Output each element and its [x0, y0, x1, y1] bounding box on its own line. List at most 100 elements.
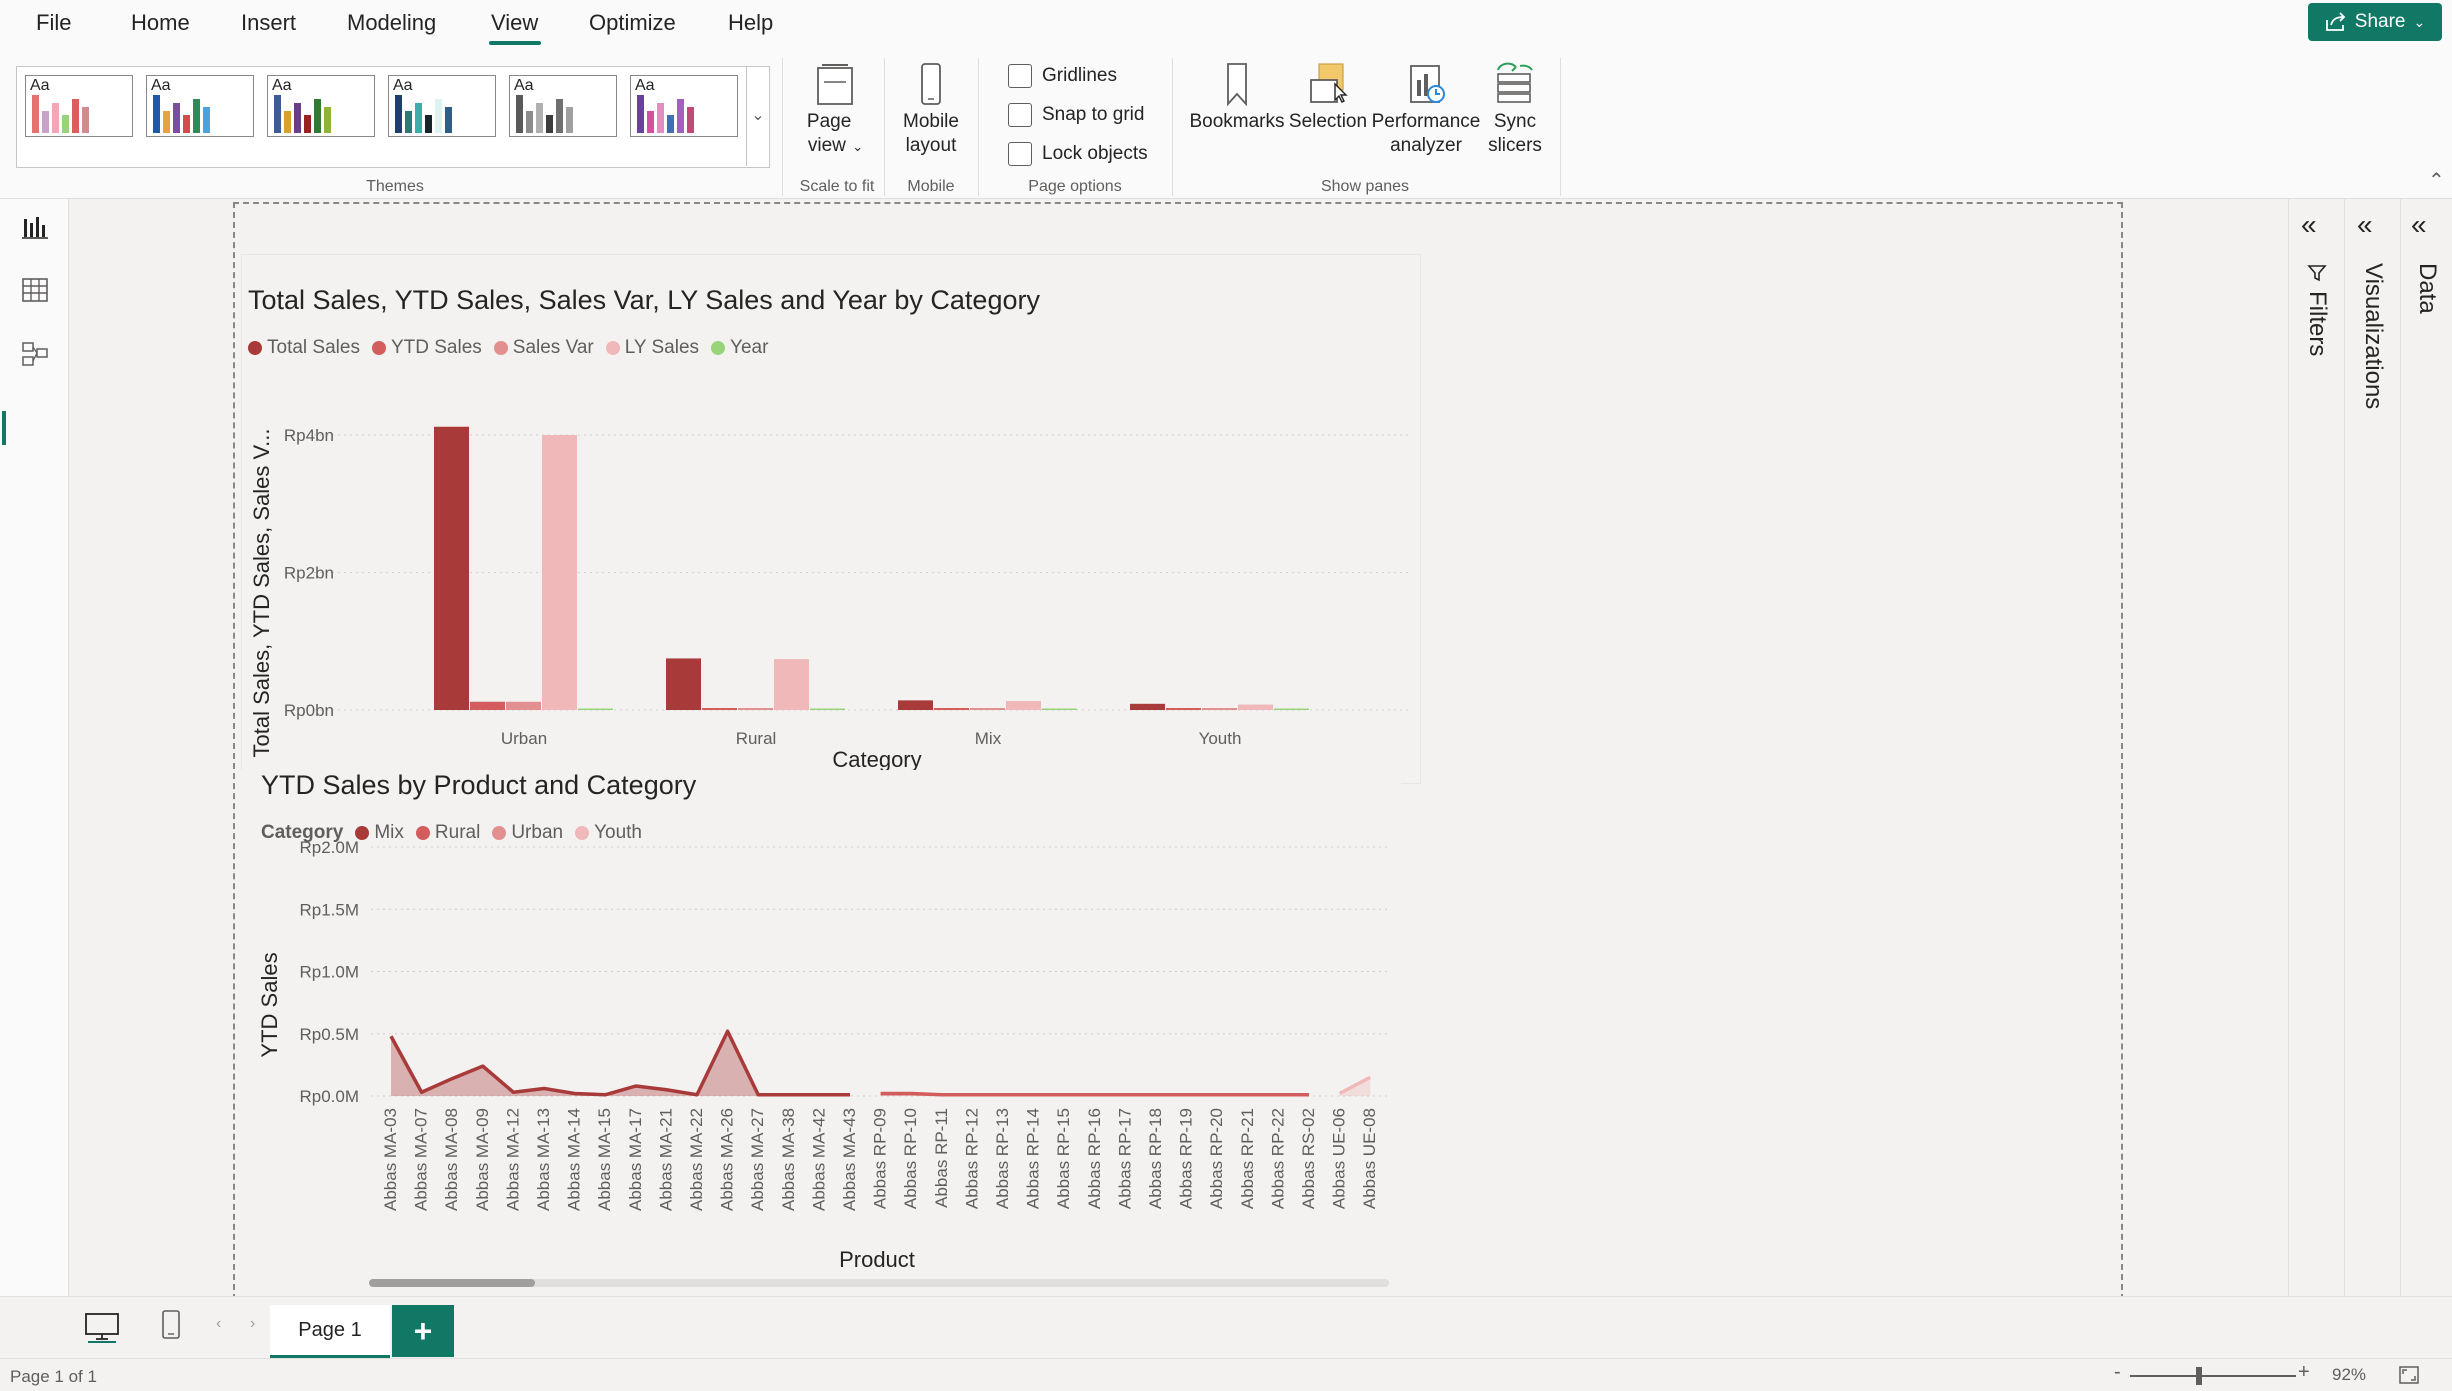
theme-thumbnail[interactable]: Aa	[630, 75, 738, 137]
y-axis-title: YTD Sales	[257, 952, 282, 1057]
zoom-out-icon[interactable]: -	[2114, 1361, 2121, 1384]
checkbox-box[interactable]	[1008, 142, 1032, 166]
bookmarks-label: Bookmarks	[1189, 111, 1285, 132]
checkbox-box[interactable]	[1008, 103, 1032, 127]
menu-help[interactable]: Help	[728, 10, 773, 36]
data-pane-collapsed[interactable]: « Data	[2400, 199, 2452, 1303]
theme-thumbnail[interactable]: Aa	[509, 75, 617, 137]
expand-chevron-left-icon[interactable]: «	[2411, 209, 2427, 241]
mobile-layout-button[interactable]: Mobile layout	[896, 62, 966, 158]
bar[interactable]	[542, 435, 577, 710]
bar[interactable]	[1202, 708, 1237, 710]
lock-objects-checkbox[interactable]: Lock objects	[1008, 142, 1148, 166]
lock-objects-label: Lock objects	[1042, 143, 1148, 164]
table-view-icon[interactable]	[20, 275, 50, 305]
themes-gallery: Aa Aa Aa Aa Aa Aa	[16, 66, 770, 168]
bar[interactable]	[898, 700, 933, 710]
bar[interactable]	[934, 708, 969, 710]
x-tick-label: Abbas MA-22	[687, 1108, 706, 1211]
bar[interactable]	[1130, 703, 1165, 710]
bar[interactable]	[470, 701, 505, 710]
menu-home[interactable]: Home	[131, 10, 190, 36]
bar[interactable]	[702, 708, 737, 710]
theme-swatch	[314, 99, 321, 133]
bar[interactable]	[506, 701, 541, 710]
menu-view[interactable]: View	[491, 10, 538, 36]
expand-chevron-left-icon[interactable]: «	[2301, 209, 2317, 241]
theme-swatch	[526, 111, 533, 133]
desktop-layout-icon[interactable]	[84, 1311, 120, 1343]
theme-swatch	[546, 115, 553, 133]
bar[interactable]	[1274, 708, 1309, 711]
bar[interactable]	[1006, 701, 1041, 710]
menu-file[interactable]: File	[36, 10, 71, 36]
menu-optimize[interactable]: Optimize	[589, 10, 676, 36]
theme-swatch	[516, 95, 523, 133]
zoom-slider-track[interactable]	[2130, 1375, 2296, 1377]
theme-thumbnail-label: Aa	[635, 77, 655, 94]
clustered-column-chart-visual[interactable]: Total Sales, YTD Sales, Sales Var, LY Sa…	[241, 254, 1421, 784]
fit-to-page-icon[interactable]	[2398, 1365, 2420, 1385]
add-page-button[interactable]: +	[392, 1305, 454, 1357]
x-tick-label: Abbas RP-15	[1054, 1108, 1073, 1209]
mobile-layout-icon[interactable]	[160, 1309, 182, 1341]
share-button[interactable]: Share ⌄	[2308, 3, 2442, 41]
gridlines-checkbox[interactable]: Gridlines	[1008, 64, 1117, 88]
selection-button[interactable]: Selection	[1288, 62, 1368, 134]
bar[interactable]	[434, 426, 469, 710]
menu-modeling[interactable]: Modeling	[347, 10, 436, 36]
sync-slicers-button[interactable]: Sync slicers	[1480, 62, 1550, 158]
themes-more-chevron-icon[interactable]: ⌄	[746, 66, 769, 166]
ribbon: Aa Aa Aa Aa Aa Aa ⌄ Themes Page view ⌄ Scale …	[0, 46, 2452, 199]
chevron-down-icon: ⌄	[2413, 13, 2426, 30]
zoom-slider-thumb[interactable]	[2196, 1367, 2202, 1385]
bar[interactable]	[578, 708, 613, 711]
theme-thumbnail[interactable]: Aa	[146, 75, 254, 137]
menu-insert[interactable]: Insert	[241, 10, 296, 36]
previous-page-chevron-icon[interactable]: ‹	[216, 1315, 221, 1333]
next-page-chevron-icon[interactable]: ›	[250, 1315, 255, 1333]
collapse-ribbon-chevron-up-icon[interactable]: ⌃	[2428, 168, 2445, 193]
bar[interactable]	[1042, 708, 1077, 711]
report-view-icon[interactable]	[20, 213, 50, 243]
x-tick-label: Abbas MA-07	[412, 1108, 431, 1211]
theme-thumbnail[interactable]: Aa	[267, 75, 375, 137]
performance-analyzer-icon	[1410, 65, 1445, 103]
zoom-in-icon[interactable]: +	[2298, 1361, 2310, 1384]
horizontal-scrollbar-thumb[interactable]	[369, 1279, 535, 1287]
bar[interactable]	[810, 708, 845, 711]
divider	[1560, 58, 1561, 196]
x-tick-label: Abbas UE-08	[1360, 1108, 1379, 1209]
model-view-icon[interactable]	[20, 339, 50, 369]
theme-thumbnail[interactable]: Aa	[25, 75, 133, 137]
visualizations-pane-collapsed[interactable]: « Visualizations	[2344, 199, 2401, 1303]
selection-icon	[1310, 63, 1348, 103]
bookmark-icon	[1227, 63, 1247, 106]
x-tick-label: Abbas MA-21	[656, 1108, 675, 1211]
expand-chevron-left-icon[interactable]: «	[2357, 209, 2373, 241]
area-chart-visual[interactable]: YTD Sales by Product and Category Catego…	[241, 770, 1401, 1290]
page-tab-bar: ‹ › Page 1 +	[0, 1296, 2452, 1359]
area-line[interactable]	[880, 1091, 1309, 1097]
snap-to-grid-checkbox[interactable]: Snap to grid	[1008, 103, 1144, 127]
bar[interactable]	[774, 659, 809, 710]
x-tick-label: Abbas RS-02	[1299, 1108, 1318, 1209]
page-tab-page-1[interactable]: Page 1	[270, 1305, 390, 1359]
bar[interactable]	[738, 708, 773, 710]
bookmarks-button[interactable]: Bookmarks	[1188, 62, 1286, 134]
checkbox-box[interactable]	[1008, 64, 1032, 88]
y-axis-title: Total Sales, YTD Sales, Sales V...	[249, 429, 274, 758]
bar[interactable]	[1166, 708, 1201, 710]
page-view-button[interactable]: Page view ⌄	[800, 62, 870, 159]
theme-thumbnail-label: Aa	[272, 77, 292, 94]
filters-pane-collapsed[interactable]: « Filters	[2288, 199, 2345, 1303]
theme-thumbnail[interactable]: Aa	[388, 75, 496, 137]
theme-swatch	[62, 115, 69, 133]
report-canvas[interactable]: Total Sales, YTD Sales, Sales Var, LY Sa…	[233, 202, 2123, 1300]
performance-analyzer-button[interactable]: Performance analyzer	[1370, 62, 1482, 158]
bar[interactable]	[1238, 704, 1273, 711]
y-tick-label: Rp2.0M	[299, 838, 359, 857]
bar[interactable]	[970, 708, 1005, 710]
bar[interactable]	[666, 658, 701, 710]
divider	[884, 58, 885, 196]
